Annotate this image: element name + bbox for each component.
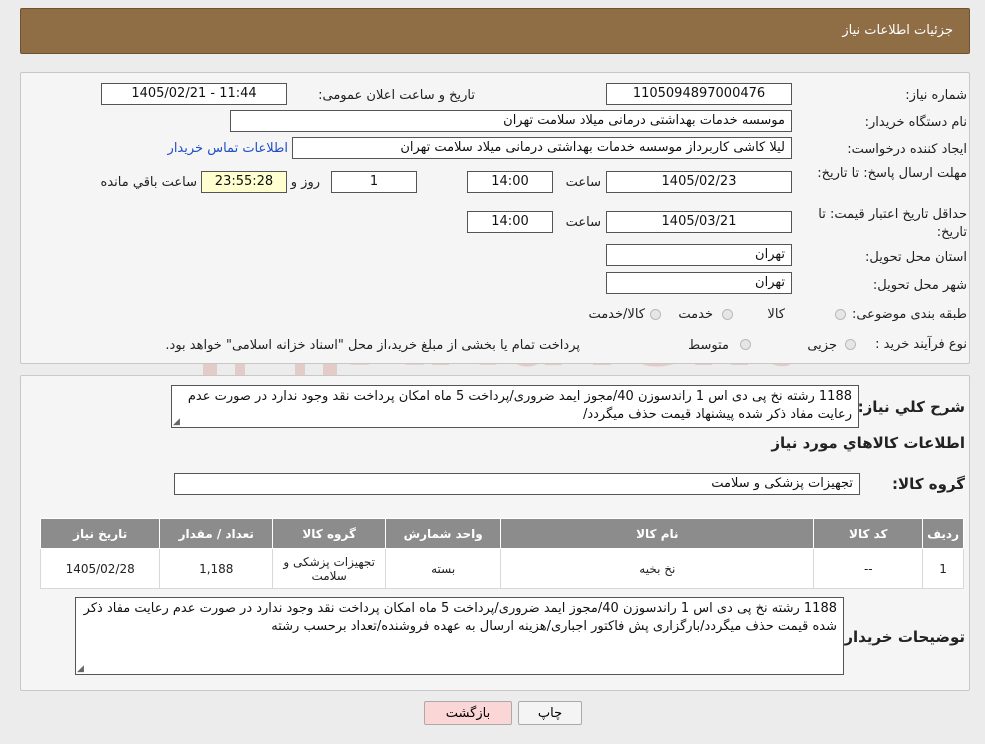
resize-grip-icon[interactable]: ◢ xyxy=(77,665,85,674)
need-number-label: شماره نیاز: xyxy=(905,88,967,103)
category-option-goods-service: کالا/خدمت xyxy=(588,307,645,322)
col-name: نام کالا xyxy=(500,518,815,549)
process-option-minor: جزیی xyxy=(807,338,837,353)
category-radio-service[interactable] xyxy=(722,309,733,320)
reply-time-field: 14:00 xyxy=(467,171,553,193)
province-field: تهران xyxy=(606,244,792,266)
remaining-label: ساعت باقي مانده xyxy=(100,175,197,190)
process-label: نوع فرآیند خرید : xyxy=(875,337,967,352)
process-note: پرداخت تمام یا بخشی از مبلغ خرید،از محل … xyxy=(165,338,580,353)
buyer-notes-textarea: 1188 رشته نخ پی دی اس 1 راندسوزن 40/مجوز… xyxy=(75,597,844,675)
cell-name: نخ بخیه xyxy=(500,548,815,589)
cell-row: 1 xyxy=(922,548,964,589)
resize-grip-icon[interactable]: ◢ xyxy=(173,418,181,427)
col-date: تاریخ نیاز xyxy=(39,518,161,549)
remaining-time-field: 23:55:28 xyxy=(201,171,287,193)
page-title: جزئیات اطلاعات نیاز xyxy=(842,23,953,38)
announce-label: تاریخ و ساعت اعلان عمومی: xyxy=(318,88,475,103)
cell-qty: 1,188 xyxy=(159,548,274,589)
process-radio-minor[interactable] xyxy=(845,339,856,350)
buyer-notes-label: توضیحات خریدار: xyxy=(838,628,965,646)
process-radio-medium[interactable] xyxy=(740,339,751,350)
col-code: کد کالا xyxy=(813,518,924,549)
category-label: طبقه بندی موضوعی: xyxy=(851,307,967,322)
goods-table: ردیف کد کالا نام کالا واحد شمارش گروه کا… xyxy=(39,518,964,589)
goods-group-field: تجهیزات پزشکی و سلامت xyxy=(174,473,860,495)
category-option-service: خدمت xyxy=(678,307,713,322)
cell-code: -- xyxy=(813,548,924,589)
reply-date-field: 1405/02/23 xyxy=(606,171,792,193)
category-option-goods: کالا xyxy=(767,307,785,322)
page-header: جزئیات اطلاعات نیاز xyxy=(20,8,970,54)
province-label: استان محل تحویل: xyxy=(865,250,967,265)
need-number-field: 1105094897000476 xyxy=(606,83,792,105)
buyer-contact-link[interactable]: اطلاعات تماس خریدار xyxy=(168,141,288,156)
requester-field: لیلا کاشی کاربرداز موسسه خدمات بهداشتی د… xyxy=(292,137,792,159)
announce-field: 1405/02/21 - 11:44 xyxy=(101,83,287,105)
days-label: روز و xyxy=(290,175,320,190)
col-qty: تعداد / مقدار xyxy=(159,518,274,549)
city-field: تهران xyxy=(606,272,792,294)
buyer-org-label: نام دستگاه خریدار: xyxy=(864,115,967,130)
price-time-field: 14:00 xyxy=(467,211,553,233)
buyer-org-field: موسسه خدمات بهداشتی درمانی میلاد سلامت ت… xyxy=(230,110,792,132)
price-validity-label: حداقل تاریخ اعتبار قیمت: تا تاریخ: xyxy=(818,207,967,240)
reply-time-label: ساعت xyxy=(565,175,601,190)
table-header-row: ردیف کد کالا نام کالا واحد شمارش گروه کا… xyxy=(39,518,964,549)
requester-label: ایجاد کننده درخواست: xyxy=(847,142,967,157)
category-radio-goods-service[interactable] xyxy=(650,309,661,320)
category-radio-goods[interactable] xyxy=(835,309,846,320)
col-unit: واحد شمارش xyxy=(385,518,502,549)
cell-date: 1405/02/28 xyxy=(39,548,161,589)
price-date-field: 1405/03/21 xyxy=(606,211,792,233)
table-row: 1 -- نخ بخیه بسته تجهیزات پزشکی و سلامت … xyxy=(39,548,964,589)
cell-group: تجهیزات پزشکی و سلامت xyxy=(272,548,387,589)
goods-group-label: گروه کالا: xyxy=(892,475,965,493)
process-option-medium: متوسط xyxy=(688,338,729,353)
goods-info-title: اطلاعات کالاهاي مورد نياز xyxy=(771,434,965,452)
cell-unit: بسته xyxy=(385,548,502,589)
summary-label: شرح کلي نياز: xyxy=(857,398,965,416)
col-row: ردیف xyxy=(922,518,964,549)
city-label: شهر محل تحویل: xyxy=(872,278,967,293)
summary-textarea: 1188 رشته نخ پی دی اس 1 راندسوزن 40/مجوز… xyxy=(171,385,859,428)
back-button[interactable]: بازگشت xyxy=(424,701,512,725)
reply-deadline-label: مهلت ارسال پاسخ: تا تاریخ: xyxy=(817,166,967,181)
print-button[interactable]: چاپ xyxy=(518,701,582,725)
col-group: گروه کالا xyxy=(272,518,387,549)
price-time-label: ساعت xyxy=(565,215,601,230)
days-field: 1 xyxy=(331,171,417,193)
